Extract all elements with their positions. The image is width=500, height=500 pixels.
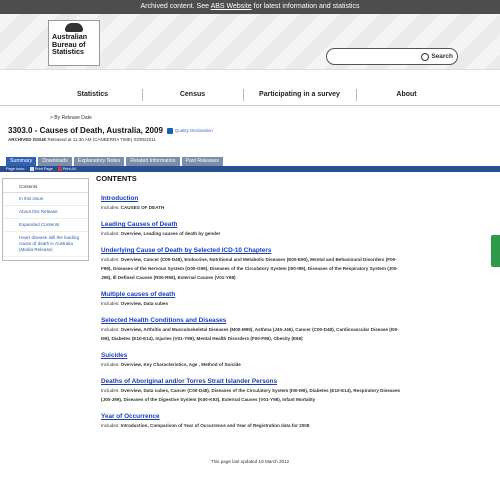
includes-label: Includes:	[101, 205, 121, 210]
section: Introduction Includes: CAUSES OF DEATH	[96, 195, 406, 212]
abs-website-link[interactable]: ABS Website	[211, 3, 252, 10]
main-nav: Statistics Census Participating in a sur…	[0, 84, 500, 106]
section: Deaths of Aboriginal and/or Torres Strai…	[96, 378, 406, 404]
section-summary: Overview, Key Characteristics, Age , Met…	[120, 362, 241, 367]
section-link[interactable]: Deaths of Aboriginal and/or Torres Strai…	[101, 378, 406, 385]
search-button[interactable]: Search	[431, 53, 453, 60]
nav-census[interactable]: Census	[143, 91, 243, 98]
sidebar: Contents In this issue About this Releas…	[2, 178, 89, 261]
tab-bar: Summary Downloads Explanatory Notes Rela…	[6, 157, 500, 166]
release-label: ARCHIVED ISSUE	[8, 137, 47, 142]
includes-label: Includes:	[101, 388, 121, 393]
includes-label: Includes:	[101, 257, 121, 262]
release-text: Released at 11:30 AM (CANBERRA TIME) 03/…	[46, 137, 156, 142]
section: Underlying Cause of Death by Selected IC…	[96, 247, 406, 282]
logo-line-3: Statistics	[52, 47, 84, 56]
section: Multiple causes of death Includes: Overv…	[96, 291, 406, 308]
main-content: CONTENTS Introduction Includes: CAUSES O…	[96, 174, 406, 439]
sidebar-item-in-this-issue[interactable]: In this issue	[3, 193, 88, 206]
search-box: Search	[326, 48, 458, 65]
section: Selected Health Conditions and Diseases …	[96, 317, 406, 343]
info-icon[interactable]	[166, 127, 173, 134]
section-summary: Overview, Cancer (C00-D48), Endocrine, N…	[101, 257, 398, 280]
page-tools-label: Page tools:	[6, 167, 25, 171]
section-link[interactable]: Selected Health Conditions and Diseases	[101, 317, 406, 324]
section-summary: Overview, Leading causes of death by gen…	[120, 231, 221, 236]
sidebar-item-about-release[interactable]: About this Release	[3, 206, 88, 219]
archive-text: Archived content. See	[140, 3, 211, 10]
search-input[interactable]	[333, 50, 422, 63]
tab-downloads[interactable]: Downloads	[38, 157, 72, 166]
section-description: Includes: Overview, Data cubes, Cancer (…	[101, 386, 406, 404]
release-info: ARCHIVED ISSUE Released at 11:30 AM (CAN…	[8, 137, 500, 142]
tab-explanatory-notes[interactable]: Explanatory Notes	[73, 157, 125, 166]
section: Year of Occurrence Includes: Introductio…	[96, 413, 406, 430]
section-description: Includes: Overview, Key Characteristics,…	[101, 360, 406, 369]
page-title: 3303.0 - Causes of Death, Australia, 200…	[8, 126, 163, 135]
sidebar-heading: Contents	[3, 182, 88, 193]
section-link[interactable]: Suicides	[101, 352, 406, 359]
section-link[interactable]: Year of Occurrence	[101, 413, 406, 420]
section: Suicides Includes: Overview, Key Charact…	[96, 352, 406, 369]
pdf-icon	[57, 167, 62, 171]
title-row: 3303.0 - Causes of Death, Australia, 200…	[8, 126, 500, 135]
section-description: Includes: CAUSES OF DEATH	[101, 203, 406, 212]
print-all-button[interactable]: Print All	[57, 167, 76, 171]
nav-about[interactable]: About	[357, 91, 457, 98]
includes-label: Includes:	[101, 327, 121, 332]
section-link[interactable]: Leading Causes of Death	[101, 221, 406, 228]
abs-logo[interactable]: Australian Bureau of Statistics	[48, 20, 100, 66]
archive-suffix: for latest information and statistics	[251, 3, 360, 10]
tab-summary[interactable]: Summary	[6, 157, 37, 166]
section-link[interactable]: Introduction	[101, 195, 406, 202]
print-all-label: Print All	[62, 167, 76, 171]
section-summary: Overview, Data cubes, Cancer (C00-D48), …	[101, 388, 401, 402]
nav-participating[interactable]: Participating in a survey	[244, 91, 356, 98]
section-description: Includes: Overview, Leading causes of de…	[101, 229, 406, 238]
includes-label: Includes:	[101, 301, 121, 306]
content-area: Contents In this issue About this Releas…	[0, 172, 500, 472]
section-summary: CAUSES OF DEATH	[120, 205, 165, 210]
section-summary: Introduction, Comparison of Year of Occu…	[120, 423, 310, 428]
quality-declaration-link[interactable]: Quality Declaration	[175, 128, 213, 133]
section-description: Includes: Overview, Arthritis and Muscul…	[101, 325, 406, 343]
includes-label: Includes:	[101, 362, 121, 367]
section-summary: Overview, Data cubes	[120, 301, 168, 306]
contents-heading: CONTENTS	[96, 174, 137, 183]
section-description: Includes: Overview, Data cubes	[101, 299, 406, 308]
print-page-button[interactable]: Print Page	[30, 167, 53, 171]
section-summary: Overview, Arthritis and Musculoskeletal …	[101, 327, 399, 341]
crest-icon	[65, 23, 83, 32]
tab-related-information[interactable]: Related Information	[126, 157, 180, 166]
printer-icon	[30, 167, 34, 171]
section-description: Includes: Overview, Cancer (C00-D48), En…	[101, 255, 406, 282]
search-icon[interactable]	[421, 52, 430, 61]
nav-statistics[interactable]: Statistics	[44, 91, 142, 98]
section-link[interactable]: Multiple causes of death	[101, 291, 406, 298]
sidebar-item-expanded-contents[interactable]: Expanded Contents	[3, 219, 88, 232]
section-description: Includes: Introduction, Comparison of Ye…	[101, 421, 406, 430]
includes-label: Includes:	[101, 231, 121, 236]
section-link[interactable]: Underlying Cause of Death by Selected IC…	[101, 247, 406, 254]
print-page-label: Print Page	[35, 167, 53, 171]
archive-banner: Archived content. See ABS Website for la…	[0, 0, 500, 14]
sidebar-item-media-release[interactable]: Heart disease still the leading cause of…	[3, 232, 88, 257]
section: Leading Causes of Death Includes: Overvi…	[96, 221, 406, 238]
includes-label: Includes:	[101, 423, 121, 428]
tab-past-releases[interactable]: Past Releases	[181, 157, 223, 166]
footer-updated: This page last updated 19 March 2012	[210, 459, 290, 464]
breadcrumb[interactable]: > By Release Date	[50, 115, 500, 121]
feedback-tab[interactable]	[491, 235, 500, 267]
